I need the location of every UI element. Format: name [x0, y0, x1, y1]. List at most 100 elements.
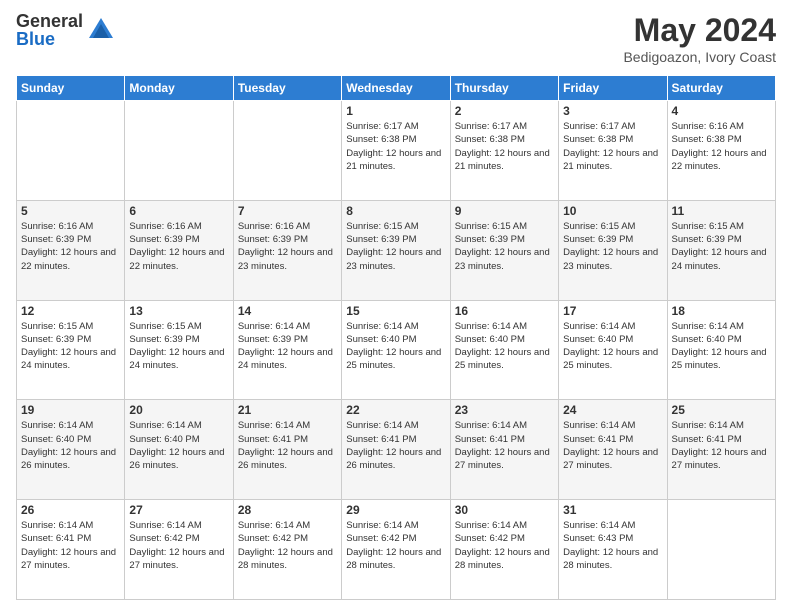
calendar-week-row: 19 Sunrise: 6:14 AM Sunset: 6:40 PM Dayli… [17, 400, 776, 500]
calendar-cell: 25 Sunrise: 6:14 AM Sunset: 6:41 PM Dayli… [667, 400, 775, 500]
calendar-cell: 6 Sunrise: 6:16 AM Sunset: 6:39 PM Daylig… [125, 200, 233, 300]
day-number: 7 [238, 204, 337, 218]
day-info: Sunrise: 6:14 AM Sunset: 6:42 PM Dayligh… [346, 519, 445, 572]
calendar-cell: 5Sunrise: 6:16 AM Sunset: 6:39 PM Daylig… [17, 200, 125, 300]
calendar-cell: 20 Sunrise: 6:14 AM Sunset: 6:40 PM Dayli… [125, 400, 233, 500]
day-number: 22 [346, 403, 445, 417]
calendar-cell: 2 Sunrise: 6:17 AM Sunset: 6:38 PM Daylig… [450, 101, 558, 201]
day-info: Sunrise: 6:14 AM Sunset: 6:42 PM Dayligh… [455, 519, 554, 572]
calendar-week-row: 5Sunrise: 6:16 AM Sunset: 6:39 PM Daylig… [17, 200, 776, 300]
calendar-cell: 30 Sunrise: 6:14 AM Sunset: 6:42 PM Dayli… [450, 500, 558, 600]
day-number: 10 [563, 204, 662, 218]
calendar-cell: 27Sunrise: 6:14 AM Sunset: 6:42 PM Dayli… [125, 500, 233, 600]
day-number: 31 [563, 503, 662, 517]
calendar-cell [125, 101, 233, 201]
calendar-cell: 14Sunrise: 6:14 AM Sunset: 6:39 PM Dayli… [233, 300, 341, 400]
day-number: 1 [346, 104, 445, 118]
day-number: 16 [455, 304, 554, 318]
calendar-cell: 8 Sunrise: 6:15 AM Sunset: 6:39 PM Daylig… [342, 200, 450, 300]
day-info: Sunrise: 6:14 AM Sunset: 6:41 PM Dayligh… [563, 419, 662, 472]
day-number: 13 [129, 304, 228, 318]
logo-icon [87, 16, 115, 44]
logo-general: General [16, 12, 83, 30]
day-info: Sunrise: 6:16 AM Sunset: 6:38 PM Dayligh… [672, 120, 771, 173]
calendar-cell: 19 Sunrise: 6:14 AM Sunset: 6:40 PM Dayli… [17, 400, 125, 500]
calendar-cell: 10 Sunrise: 6:15 AM Sunset: 6:39 PM Dayli… [559, 200, 667, 300]
day-number: 20 [129, 403, 228, 417]
day-number: 26 [21, 503, 120, 517]
day-number: 25 [672, 403, 771, 417]
weekday-header: Monday [125, 76, 233, 101]
calendar-cell: 21Sunrise: 6:14 AM Sunset: 6:41 PM Dayli… [233, 400, 341, 500]
day-info: Sunrise: 6:14 AM Sunset: 6:43 PM Dayligh… [563, 519, 662, 572]
calendar-week-row: 1 Sunrise: 6:17 AM Sunset: 6:38 PM Daylig… [17, 101, 776, 201]
day-info: Sunrise: 6:14 AM Sunset: 6:41 PM Dayligh… [455, 419, 554, 472]
calendar-cell: 1 Sunrise: 6:17 AM Sunset: 6:38 PM Daylig… [342, 101, 450, 201]
weekday-header: Thursday [450, 76, 558, 101]
day-info: Sunrise: 6:14 AM Sunset: 6:40 PM Dayligh… [563, 320, 662, 373]
day-number: 29 [346, 503, 445, 517]
calendar-cell: 9Sunrise: 6:15 AM Sunset: 6:39 PM Daylig… [450, 200, 558, 300]
calendar-cell: 3 Sunrise: 6:17 AM Sunset: 6:38 PM Daylig… [559, 101, 667, 201]
day-number: 2 [455, 104, 554, 118]
day-info: Sunrise: 6:14 AM Sunset: 6:41 PM Dayligh… [672, 419, 771, 472]
day-info: Sunrise: 6:17 AM Sunset: 6:38 PM Dayligh… [346, 120, 445, 173]
day-info: Sunrise: 6:14 AM Sunset: 6:40 PM Dayligh… [21, 419, 120, 472]
logo-blue: Blue [16, 30, 83, 48]
location: Bedigoazon, Ivory Coast [623, 49, 776, 65]
day-info: Sunrise: 6:14 AM Sunset: 6:42 PM Dayligh… [129, 519, 228, 572]
day-info: Sunrise: 6:14 AM Sunset: 6:40 PM Dayligh… [129, 419, 228, 472]
day-number: 3 [563, 104, 662, 118]
calendar-week-row: 26Sunrise: 6:14 AM Sunset: 6:41 PM Dayli… [17, 500, 776, 600]
calendar-cell [233, 101, 341, 201]
day-number: 6 [129, 204, 228, 218]
day-number: 21 [238, 403, 337, 417]
title-block: May 2024 Bedigoazon, Ivory Coast [623, 12, 776, 65]
weekday-header: Friday [559, 76, 667, 101]
day-info: Sunrise: 6:16 AM Sunset: 6:39 PM Dayligh… [21, 220, 120, 273]
day-number: 18 [672, 304, 771, 318]
day-number: 19 [21, 403, 120, 417]
day-info: Sunrise: 6:15 AM Sunset: 6:39 PM Dayligh… [129, 320, 228, 373]
logo: General Blue [16, 12, 115, 48]
calendar-cell: 11Sunrise: 6:15 AM Sunset: 6:39 PM Dayli… [667, 200, 775, 300]
day-number: 11 [672, 204, 771, 218]
calendar-cell [667, 500, 775, 600]
day-info: Sunrise: 6:15 AM Sunset: 6:39 PM Dayligh… [346, 220, 445, 273]
calendar-cell: 12Sunrise: 6:15 AM Sunset: 6:39 PM Dayli… [17, 300, 125, 400]
day-info: Sunrise: 6:14 AM Sunset: 6:42 PM Dayligh… [238, 519, 337, 572]
calendar-cell: 31 Sunrise: 6:14 AM Sunset: 6:43 PM Dayli… [559, 500, 667, 600]
calendar-cell: 18 Sunrise: 6:14 AM Sunset: 6:40 PM Dayli… [667, 300, 775, 400]
calendar-cell: 7 Sunrise: 6:16 AM Sunset: 6:39 PM Daylig… [233, 200, 341, 300]
calendar-cell: 15Sunrise: 6:14 AM Sunset: 6:40 PM Dayli… [342, 300, 450, 400]
weekday-header: Tuesday [233, 76, 341, 101]
calendar-cell: 22 Sunrise: 6:14 AM Sunset: 6:41 PM Dayli… [342, 400, 450, 500]
day-info: Sunrise: 6:14 AM Sunset: 6:40 PM Dayligh… [672, 320, 771, 373]
day-info: Sunrise: 6:16 AM Sunset: 6:39 PM Dayligh… [238, 220, 337, 273]
day-info: Sunrise: 6:14 AM Sunset: 6:40 PM Dayligh… [455, 320, 554, 373]
weekday-header: Sunday [17, 76, 125, 101]
logo-text: General Blue [16, 12, 83, 48]
day-info: Sunrise: 6:17 AM Sunset: 6:38 PM Dayligh… [563, 120, 662, 173]
day-number: 24 [563, 403, 662, 417]
calendar-header-row: SundayMondayTuesdayWednesdayThursdayFrid… [17, 76, 776, 101]
day-number: 30 [455, 503, 554, 517]
day-number: 17 [563, 304, 662, 318]
calendar-cell [17, 101, 125, 201]
weekday-header: Saturday [667, 76, 775, 101]
day-number: 15 [346, 304, 445, 318]
calendar-cell: 23 Sunrise: 6:14 AM Sunset: 6:41 PM Dayli… [450, 400, 558, 500]
day-info: Sunrise: 6:17 AM Sunset: 6:38 PM Dayligh… [455, 120, 554, 173]
day-info: Sunrise: 6:15 AM Sunset: 6:39 PM Dayligh… [455, 220, 554, 273]
day-info: Sunrise: 6:14 AM Sunset: 6:39 PM Dayligh… [238, 320, 337, 373]
calendar-week-row: 12 Sunrise: 6:15 AM Sunset: 6:39 PM Dayli… [17, 300, 776, 400]
day-info: Sunrise: 6:16 AM Sunset: 6:39 PM Dayligh… [129, 220, 228, 273]
day-number: 8 [346, 204, 445, 218]
day-info: Sunrise: 6:14 AM Sunset: 6:41 PM Dayligh… [346, 419, 445, 472]
day-number: 23 [455, 403, 554, 417]
calendar-cell: 13 Sunrise: 6:15 AM Sunset: 6:39 PM Dayli… [125, 300, 233, 400]
calendar-cell: 24 Sunrise: 6:14 AM Sunset: 6:41 PM Dayli… [559, 400, 667, 500]
day-number: 12 [21, 304, 120, 318]
day-info: Sunrise: 6:15 AM Sunset: 6:39 PM Dayligh… [563, 220, 662, 273]
calendar-cell: 26Sunrise: 6:14 AM Sunset: 6:41 PM Dayli… [17, 500, 125, 600]
